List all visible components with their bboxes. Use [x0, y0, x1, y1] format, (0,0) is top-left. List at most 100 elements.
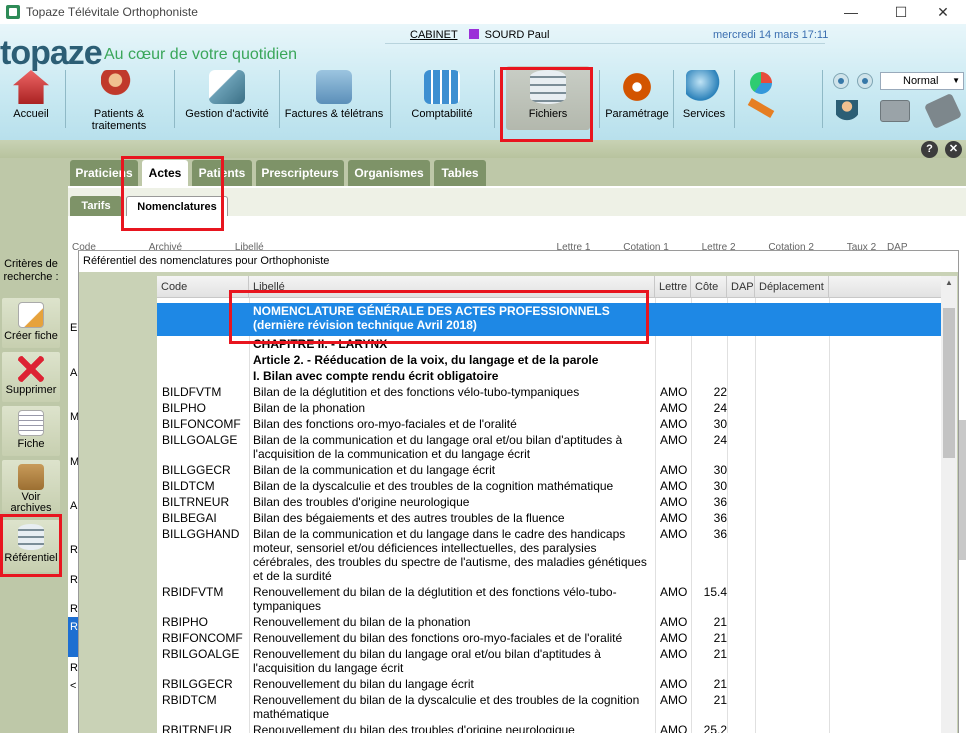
- record-button[interactable]: Fiche: [2, 406, 60, 456]
- col-lettre[interactable]: Lettre: [655, 276, 691, 298]
- cabinet-link[interactable]: CABINET: [410, 29, 457, 41]
- cell-lettre: AMO: [660, 433, 688, 447]
- cell-libelle: Bilan de la dyscalculie et des troubles …: [253, 479, 614, 493]
- cell-libelle: Bilan des troubles d'origine neurologiqu…: [253, 495, 470, 509]
- toolbar-gestion[interactable]: Gestion d'activité: [176, 66, 278, 130]
- table-scrollbar[interactable]: ▲: [941, 276, 957, 733]
- house-icon: [13, 70, 49, 104]
- cell-lettre: AMO: [660, 463, 688, 477]
- table-row[interactable]: RBILGGECR Renouvellement du bilan du lang…: [157, 676, 941, 692]
- toolbar-factures[interactable]: Factures & télétrans: [280, 66, 388, 130]
- cell-code: RBIPHO: [162, 615, 209, 629]
- table-row[interactable]: RBIPHO Renouvellement du bilan de la phon…: [157, 614, 941, 630]
- table-row[interactable]: RBIDFVTM Renouvellement du bilan de la dé…: [157, 584, 941, 614]
- bg-row-letter: R: [70, 574, 78, 586]
- toolbar-accueil[interactable]: Accueil: [2, 66, 60, 130]
- col-deplacement[interactable]: Déplacement: [755, 276, 829, 298]
- close-button[interactable]: ✕: [920, 0, 966, 24]
- header-divider: [385, 43, 825, 44]
- toolbar-services[interactable]: Services: [676, 66, 732, 130]
- cell-libelle: Renouvellement du bilan de la phonation: [253, 615, 471, 629]
- cell-code: BILLGOALGE: [162, 433, 238, 447]
- delete-button[interactable]: Supprimer: [2, 352, 60, 402]
- globe-icon: [686, 70, 722, 104]
- cell-lettre: AMO: [660, 677, 688, 691]
- doctor-icon[interactable]: [836, 100, 858, 126]
- card-reader-icon[interactable]: [880, 100, 910, 122]
- table-row[interactable]: RBILGOALGE Renouvellement du bilan du lan…: [157, 646, 941, 676]
- scroll-up-icon[interactable]: ▲: [941, 278, 957, 290]
- table-row[interactable]: RBIDTCM Renouvellement du bilan de la dys…: [157, 692, 941, 722]
- sidebar-button-label: Supprimer: [5, 384, 57, 396]
- table-row[interactable]: BILDTCM Bilan de la dyscalculie et des tr…: [157, 478, 941, 494]
- cell-lettre: AMO: [660, 585, 688, 599]
- pen-icon: [209, 70, 245, 104]
- close-panel-icon[interactable]: ✕: [945, 141, 962, 158]
- chart-shortcut-icon[interactable]: [750, 72, 772, 94]
- zoom-select[interactable]: Normal ▼: [880, 72, 964, 90]
- cell-cote: 24: [713, 401, 727, 415]
- bg-row-letter: R: [70, 621, 78, 633]
- table-row[interactable]: RBIFONCOMF Renouvellement du bilan des fo…: [157, 630, 941, 646]
- cell-code: RBILGGECR: [162, 677, 233, 691]
- table-row[interactable]: BILTRNEUR Bilan des troubles d'origine ne…: [157, 494, 941, 510]
- highlight-referentiel: [0, 514, 62, 577]
- user-name: SOURD Paul: [484, 29, 550, 41]
- red-cross-icon: [18, 356, 44, 382]
- calculator-shortcut-icon[interactable]: [923, 92, 963, 130]
- user-color-icon: [468, 29, 479, 39]
- cell-libelle: Bilan de la communication et du langage …: [253, 527, 647, 583]
- scroll-thumb[interactable]: [943, 308, 955, 458]
- toolbar-patients[interactable]: Patients & traitements: [66, 66, 172, 132]
- table-row[interactable]: BILFONCOMF Bilan des fonctions oro-myo-fa…: [157, 416, 941, 432]
- table-row[interactable]: RBITRNEUR Renouvellement du bilan des tro…: [157, 722, 941, 733]
- create-record-button[interactable]: Créer fiche: [2, 298, 60, 348]
- toolbar-separator: [599, 70, 600, 128]
- cell-cote: 36: [713, 527, 727, 541]
- zoom-in-button[interactable]: [857, 73, 873, 89]
- cell-code: RBITRNEUR: [162, 723, 233, 733]
- toolbar-comptabilite[interactable]: Comptabilité: [394, 66, 490, 130]
- maximize-button[interactable]: ☐: [878, 0, 924, 24]
- cell-code: RBILGOALGE: [162, 647, 240, 661]
- bg-row-letter: E: [70, 322, 78, 334]
- table-row[interactable]: BILLGGHAND Bilan de la communication et d…: [157, 526, 941, 584]
- table-row[interactable]: BILLGGECR Bilan de la communication et du…: [157, 462, 941, 478]
- pencil-shortcut-icon[interactable]: [747, 98, 775, 118]
- minimize-button[interactable]: —: [828, 0, 874, 24]
- col-cote[interactable]: Côte: [691, 276, 727, 298]
- tab-prescripteurs[interactable]: Prescripteurs: [256, 160, 344, 186]
- highlight-actes-nomenclatures: [121, 156, 224, 231]
- cell-lettre: AMO: [660, 417, 688, 431]
- sidebar-button-label: Fiche: [17, 438, 45, 450]
- highlight-nomenclature-row: [229, 290, 649, 344]
- cell-cote: 15.4: [703, 585, 727, 599]
- toolbar-label: Paramétrage: [605, 108, 669, 120]
- date-time: mercredi 14 mars 17:11: [713, 29, 829, 41]
- search-criteria-label: Critères de recherche :: [3, 258, 59, 283]
- bg-row-letter: A: [70, 367, 78, 379]
- cell-cote: 21: [713, 647, 727, 661]
- cell-lettre: AMO: [660, 479, 688, 493]
- table-row[interactable]: BILBEGAI Bilan des bégaiements et des aut…: [157, 510, 941, 526]
- cell-libelle: Renouvellement du bilan de la dyscalculi…: [253, 693, 640, 721]
- subtab-tarifs[interactable]: Tarifs: [70, 196, 122, 218]
- toolbar-parametrage[interactable]: Paramétrage: [602, 66, 672, 130]
- bg-scrollbar[interactable]: [958, 420, 966, 560]
- cell-libelle: Bilan de la communication et du langage …: [253, 463, 496, 477]
- col-dap[interactable]: DAP: [727, 276, 755, 298]
- table-row[interactable]: BILLGOALGE Bilan de la communication et d…: [157, 432, 941, 462]
- cell-lettre: AMO: [660, 631, 688, 645]
- table-row[interactable]: BILDFVTM Bilan de la déglutition et des f…: [157, 384, 941, 400]
- table-row[interactable]: BILPHO Bilan de la phonation AMO 24: [157, 400, 941, 416]
- toolbar-label: Accueil: [13, 108, 49, 120]
- cell-libelle: Renouvellement du bilan du langage écrit: [253, 677, 474, 691]
- tab-organismes[interactable]: Organismes: [348, 160, 430, 186]
- help-icon[interactable]: ?: [921, 141, 938, 158]
- zoom-out-button[interactable]: [833, 73, 849, 89]
- tab-tables[interactable]: Tables: [434, 160, 486, 186]
- table-row[interactable]: I. Bilan avec compte rendu écrit obligat…: [157, 368, 941, 384]
- view-archives-button[interactable]: Voir archives: [2, 460, 60, 514]
- cell-lettre: AMO: [660, 693, 688, 707]
- table-row[interactable]: Article 2. - Rééducation de la voix, du …: [157, 352, 941, 368]
